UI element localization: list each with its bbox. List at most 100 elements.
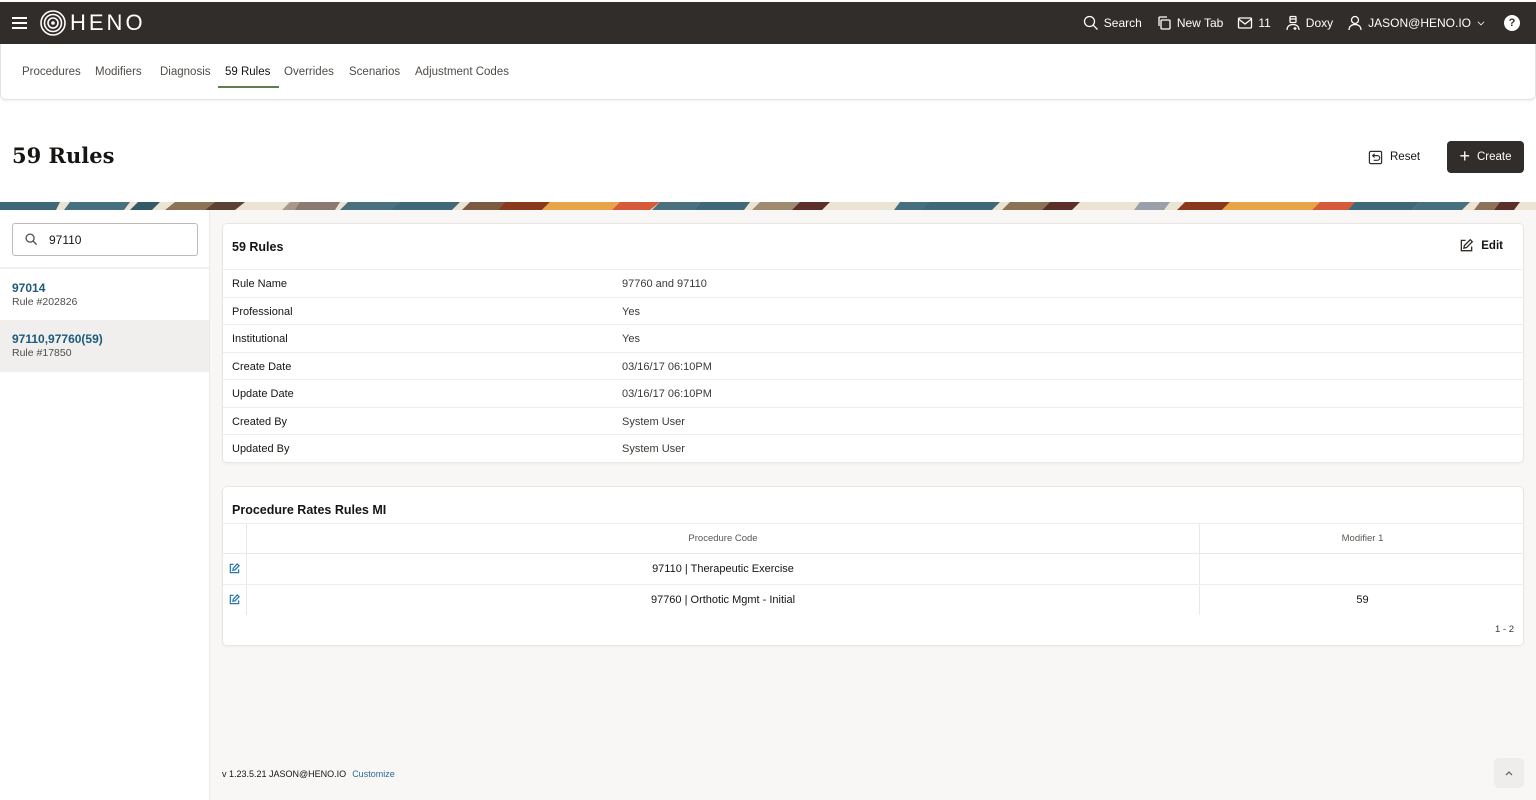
customize-link[interactable]: Customize (352, 769, 395, 779)
rates-title: Procedure Rates Rules MI (232, 503, 387, 517)
row-edit-cell (223, 584, 247, 615)
modifier-cell (1200, 554, 1525, 584)
search-button[interactable]: Search (1083, 15, 1142, 31)
chevron-up-icon (1505, 771, 1513, 776)
user-icon (1348, 15, 1362, 31)
tab-procedures[interactable]: Procedures (22, 66, 81, 78)
decorative-banner (0, 202, 1536, 210)
rule-code: 97110,97760(59) (12, 332, 103, 346)
messages-button[interactable]: 11 (1237, 15, 1271, 31)
field-value: 03/16/17 06:10PM (622, 388, 712, 400)
doxy-button[interactable]: Doxy (1285, 15, 1333, 31)
detail-row-created-by: Created By System User (223, 406, 1523, 435)
field-value: System User (622, 415, 685, 428)
top-nav: Search New Tab 11 Doxy JASON@HENO.IO ? (1083, 2, 1520, 44)
field-label: Professional (232, 305, 293, 318)
user-menu[interactable]: JASON@HENO.IO (1347, 15, 1486, 31)
field-label: Institutional (232, 333, 288, 345)
doctor-icon (1286, 15, 1300, 31)
search-icon (25, 233, 38, 246)
detail-row-rule-name: Rule Name 97760 and 97110 (223, 269, 1523, 297)
search-input[interactable] (49, 232, 179, 247)
rules-list-panel: 97014 Rule #202826 97110,97760(59) Rule … (0, 210, 210, 800)
column-header-procedure-code[interactable]: Procedure Code (247, 524, 1200, 553)
detail-row-create-date: Create Date 03/16/17 06:10PM (223, 351, 1523, 380)
mail-count: 11 (1258, 16, 1271, 30)
detail-row-update-date: Update Date 03/16/17 06:10PM (223, 379, 1523, 407)
edit-row-icon[interactable] (229, 563, 240, 574)
tab-59-rules[interactable]: 59 Rules (217, 66, 280, 88)
rule-number: Rule #202826 (12, 296, 78, 308)
edit-button[interactable]: Edit (1459, 238, 1503, 253)
rule-code: 97014 (12, 281, 46, 295)
rule-details-card: 59 Rules Edit Rule Name 97760 and 97110 P… (222, 223, 1524, 463)
reset-icon (1368, 150, 1383, 164)
field-label: Rule Name (232, 278, 288, 290)
detail-row-institutional: Institutional Yes (223, 324, 1523, 352)
tab-adjustment-codes[interactable]: Adjustment Codes (415, 66, 509, 78)
field-value: System User (622, 443, 685, 455)
mail-icon (1238, 17, 1253, 29)
user-label: JASON@HENO.IO (1368, 16, 1471, 30)
field-label: Create Date (232, 360, 292, 373)
table-row: 97110 | Therapeutic Exercise (223, 554, 1523, 585)
field-value: 97760 and 97110 (622, 278, 707, 290)
row-edit-cell (223, 554, 247, 584)
new-tab-label: New Tab (1176, 16, 1224, 30)
main-content: 59 Rules Edit Rule Name 97760 and 97110 P… (210, 210, 1536, 800)
field-value: Yes (622, 333, 640, 345)
create-button[interactable]: + Create (1447, 141, 1524, 173)
chevron-down-icon (1477, 21, 1485, 26)
plus-icon: + (1459, 146, 1470, 166)
search-icon (1083, 15, 1098, 30)
help-icon[interactable]: ? (1504, 15, 1520, 31)
doxy-label: Doxy (1305, 16, 1334, 30)
search-field[interactable] (12, 223, 198, 256)
new-tab-button[interactable]: New Tab (1156, 15, 1223, 31)
field-label: Updated By (232, 443, 290, 455)
create-label: Create (1476, 151, 1512, 163)
banner-pattern (0, 202, 1520, 210)
brand-name: HENO (70, 10, 146, 35)
scroll-to-top-button[interactable] (1494, 758, 1524, 788)
modifier-cell: 59 (1356, 593, 1369, 606)
edit-row-icon[interactable] (229, 594, 240, 605)
field-value: Yes (622, 305, 640, 318)
edit-icon (1460, 238, 1474, 252)
tab-scenarios[interactable]: Scenarios (349, 66, 400, 78)
footer: v 1.23.5.21 JASON@HENO.IO Customize (222, 769, 395, 779)
tab-modifiers[interactable]: Modifiers (95, 66, 142, 78)
header-edit-col (223, 524, 247, 553)
details-list: Rule Name 97760 and 97110 Professional Yes… (223, 269, 1523, 462)
details-title: 59 Rules (232, 240, 284, 254)
field-value: 03/16/17 06:10PM (622, 360, 712, 373)
procedure-code-cell: 97110 | Therapeutic Exercise (247, 554, 1200, 584)
list-item-selected[interactable]: 97110,97760(59) Rule #17850 (0, 320, 209, 372)
version-text: v 1.23.5.21 JASON@HENO.IO (222, 769, 347, 779)
rates-table: Procedure Code Modifier 1 97110 | Therap… (223, 523, 1523, 615)
search-label: Search (1103, 16, 1142, 30)
field-label: Created By (232, 415, 288, 428)
page-title: 59 Rules (12, 143, 115, 168)
field-label: Update Date (232, 388, 294, 400)
table-header: Procedure Code Modifier 1 (223, 523, 1523, 554)
hamburger-menu-icon[interactable] (12, 17, 27, 29)
column-header-modifier-1[interactable]: Modifier 1 (1200, 524, 1525, 553)
procedure-rates-card: Procedure Rates Rules MI Procedure Code … (222, 486, 1524, 646)
detail-row-professional: Professional Yes (223, 296, 1523, 325)
rule-number: Rule #17850 (12, 347, 72, 359)
edit-label: Edit (1481, 239, 1503, 252)
new-tab-icon (1158, 16, 1171, 30)
procedure-code-cell: 97760 | Orthotic Mgmt - Initial (247, 584, 1200, 615)
tab-overrides[interactable]: Overrides (284, 66, 334, 78)
top-bar: HENO Search New Tab 11 Doxy JASON@HENO.I… (0, 2, 1536, 44)
reset-button[interactable]: Reset (1362, 141, 1432, 173)
logo[interactable]: HENO (40, 10, 146, 36)
tab-diagnosis[interactable]: Diagnosis (160, 66, 211, 78)
logo-mark-icon (40, 10, 66, 36)
table-row: 97760 | Orthotic Mgmt - Initial 59 (223, 584, 1523, 615)
detail-row-updated-by: Updated By System User (223, 434, 1523, 462)
pagination-range: 1 - 2 (1494, 624, 1514, 635)
list-item[interactable]: 97014 Rule #202826 (0, 269, 209, 321)
tab-bar: Procedures Modifiers Diagnosis 59 Rules … (0, 44, 1536, 100)
